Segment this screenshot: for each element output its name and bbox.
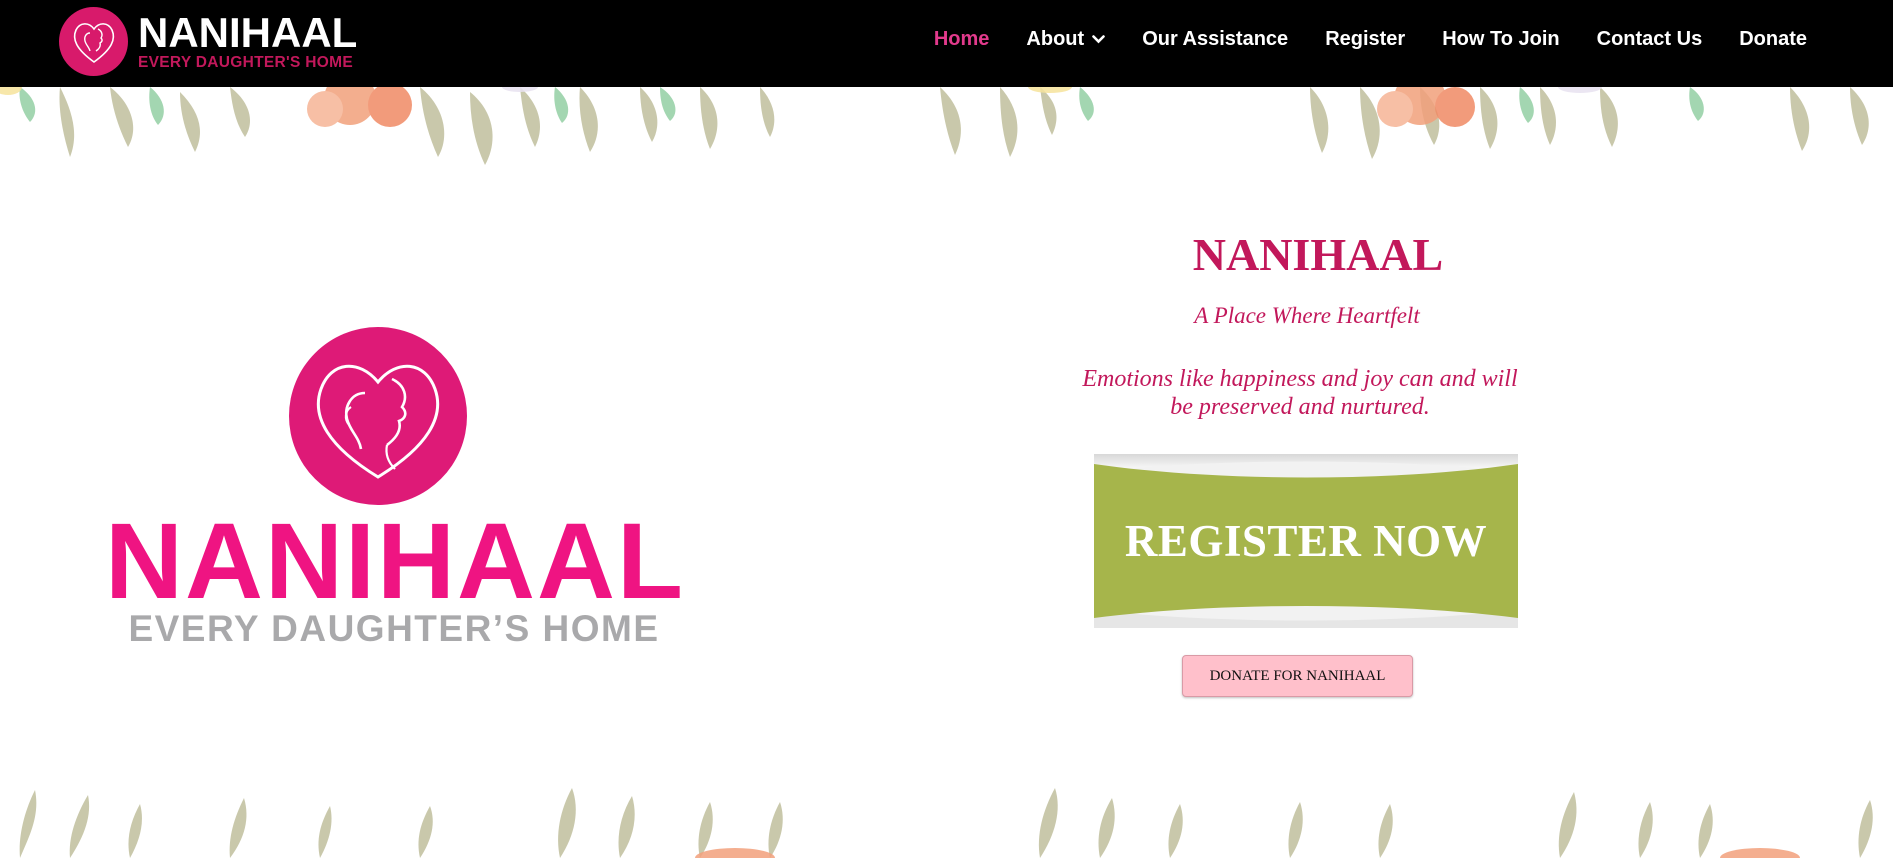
nav-register-label: Register [1325,28,1406,50]
floral-border-top [0,87,1869,165]
nav-about[interactable]: About [1026,28,1105,51]
nav-donate-label: Donate [1739,28,1807,50]
hero-logo-tagline: EVERY DAUGHTER’S HOME [128,608,660,649]
hero-subtitle: A Place Where Heartfelt [1194,302,1420,328]
hero-logo-name: NANIHAAL [105,500,685,621]
nav-our-assistance-label: Our Assistance [1142,28,1289,50]
nav-about-label: About [1026,28,1085,50]
hero-description: Emotions like happiness and joy can and … [1082,365,1518,420]
mother-child-emblem-icon [289,327,467,505]
nav-home[interactable]: Home [934,28,990,51]
main-menu: Home About Our Assistance Register How T… [897,0,1807,79]
nav-donate[interactable]: Donate [1739,28,1807,51]
nav-home-label: Home [933,28,990,50]
nav-how-to-join[interactable]: How To Join [1442,28,1559,51]
hero-content: NANIHAAL A Place Where Heartfelt Emotion… [1060,220,1540,421]
brand-tagline: EVERY DAUGHTER'S HOME [138,53,353,71]
register-now-button[interactable]: REGISTER NOW [1094,454,1518,628]
register-now-label: REGISTER NOW [1124,516,1488,566]
top-navbar: NANIHAAL EVERY DAUGHTER'S HOME Home Abou… [0,0,1893,87]
nav-contact-us-label: Contact Us [1596,28,1703,50]
chevron-down-icon [1092,35,1105,44]
mother-child-logo-icon [59,6,128,76]
floral-border-bottom [19,788,1873,858]
nav-register[interactable]: Register [1325,28,1405,51]
page: NANIHAAL EVERY DAUGHTER'S HOME Home Abou… [0,0,1893,858]
hero-title: NANIHAAL [1192,229,1444,280]
nav-our-assistance[interactable]: Our Assistance [1142,28,1288,51]
hero-logo: NANIHAAL EVERY DAUGHTER’S HOME [100,325,690,655]
nav-how-to-join-label: How To Join [1442,28,1560,50]
brand-name: NANIHAAL [138,8,358,56]
donate-for-nanihaal-button[interactable]: DONATE FOR NANIHAAL [1182,655,1413,697]
site-logo-link[interactable]: NANIHAAL EVERY DAUGHTER'S HOME [59,6,357,76]
nav-contact-us[interactable]: Contact Us [1597,28,1703,51]
